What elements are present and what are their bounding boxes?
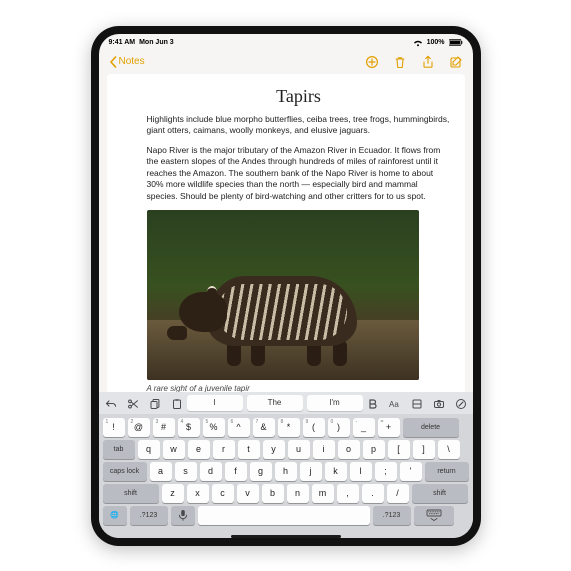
key-n[interactable]: n	[287, 484, 309, 503]
suggestion-bar: I The I'm Aa	[99, 392, 473, 414]
key-shift[interactable]: shift	[103, 484, 159, 503]
key-;[interactable]: ;	[375, 462, 397, 481]
key-/[interactable]: /	[387, 484, 409, 503]
key-([interactable]: (9	[303, 418, 325, 437]
key-)[interactable]: )0	[328, 418, 350, 437]
note-paragraph-1: Highlights include blue morpho butterfli…	[147, 114, 451, 137]
key-y[interactable]: y	[263, 440, 285, 459]
scissors-icon[interactable]	[127, 397, 139, 409]
trash-icon[interactable]	[393, 55, 407, 69]
key-caps lock[interactable]: caps lock	[103, 462, 147, 481]
key-h[interactable]: h	[275, 462, 297, 481]
key-'[interactable]: '	[400, 462, 422, 481]
key-+[interactable]: +=	[378, 418, 400, 437]
back-button[interactable]: Notes	[109, 56, 145, 68]
key-🌐[interactable]: 🌐	[103, 506, 127, 525]
suggestion-1[interactable]: I	[187, 395, 243, 411]
key-q[interactable]: q	[138, 440, 160, 459]
key-u[interactable]: u	[288, 440, 310, 459]
compose-icon[interactable]	[449, 55, 463, 69]
back-label: Notes	[119, 56, 145, 67]
key-.[interactable]: .	[362, 484, 384, 503]
key-m[interactable]: m	[312, 484, 334, 503]
scan-icon[interactable]	[411, 397, 423, 409]
wifi-icon	[413, 39, 423, 47]
camera-icon[interactable]	[433, 397, 445, 409]
key-b[interactable]: b	[262, 484, 284, 503]
key-#[interactable]: #3	[153, 418, 175, 437]
note-body[interactable]: Tapirs Highlights include blue morpho bu…	[107, 74, 465, 392]
key-.?123[interactable]: .?123	[373, 506, 411, 525]
key-*[interactable]: *8	[278, 418, 300, 437]
key-@[interactable]: @2	[128, 418, 150, 437]
battery-icon	[449, 39, 463, 46]
key-w[interactable]: w	[163, 440, 185, 459]
key-c[interactable]: c	[212, 484, 234, 503]
key-d[interactable]: d	[200, 462, 222, 481]
key-p[interactable]: p	[363, 440, 385, 459]
key-tab[interactable]: tab	[103, 440, 135, 459]
key-][interactable]: ]	[413, 440, 435, 459]
bold-icon[interactable]	[367, 397, 379, 409]
key-return[interactable]: return	[425, 462, 469, 481]
clipboard-icon[interactable]	[171, 397, 183, 409]
key-l[interactable]: l	[350, 462, 372, 481]
svg-text:Aa: Aa	[389, 400, 399, 409]
key-t[interactable]: t	[238, 440, 260, 459]
keyboard-area: I The I'm Aa !1@2#3$4%5^6&7*8(9)0_-+=del…	[99, 392, 473, 538]
key-_[interactable]: _-	[353, 418, 375, 437]
home-indicator[interactable]	[231, 535, 341, 538]
key-a[interactable]: a	[150, 462, 172, 481]
key-space[interactable]	[198, 506, 370, 525]
ipad-device-frame: 9:41 AM Mon Jun 3 100% Notes	[91, 26, 481, 546]
mic-icon[interactable]	[171, 506, 195, 525]
key-j[interactable]: j	[300, 462, 322, 481]
hide-keyboard-icon[interactable]	[414, 506, 454, 525]
note-image[interactable]	[147, 210, 419, 380]
battery-percent: 100%	[427, 39, 445, 46]
share-icon[interactable]	[421, 55, 435, 69]
status-date: Mon Jun 3	[139, 39, 174, 46]
keyboard[interactable]: !1@2#3$4%5^6&7*8(9)0_-+=delete tabqwerty…	[99, 414, 473, 534]
suggestion-3[interactable]: I'm	[307, 395, 363, 411]
key-x[interactable]: x	[187, 484, 209, 503]
key-^[interactable]: ^6	[228, 418, 250, 437]
screen: 9:41 AM Mon Jun 3 100% Notes	[99, 34, 473, 538]
key-[[interactable]: [	[388, 440, 410, 459]
key-f[interactable]: f	[225, 462, 247, 481]
suggestion-2[interactable]: The	[247, 395, 303, 411]
key-![interactable]: !1	[103, 418, 125, 437]
key-i[interactable]: i	[313, 440, 335, 459]
key-k[interactable]: k	[325, 462, 347, 481]
key-e[interactable]: e	[188, 440, 210, 459]
chevron-left-icon	[109, 56, 117, 68]
key-.?123[interactable]: .?123	[130, 506, 168, 525]
key-&[interactable]: &7	[253, 418, 275, 437]
key-z[interactable]: z	[162, 484, 184, 503]
note-paragraph-2: Napo River is the major tributary of the…	[147, 145, 451, 202]
undo-icon[interactable]	[105, 397, 117, 409]
key-r[interactable]: r	[213, 440, 235, 459]
key-shift[interactable]: shift	[412, 484, 468, 503]
key-s[interactable]: s	[175, 462, 197, 481]
markup-icon[interactable]	[455, 397, 467, 409]
key-%[interactable]: %5	[203, 418, 225, 437]
status-time: 9:41 AM	[109, 39, 136, 46]
key-$[interactable]: $4	[178, 418, 200, 437]
text-format-icon[interactable]: Aa	[389, 397, 401, 409]
key-g[interactable]: g	[250, 462, 272, 481]
note-title: Tapirs	[147, 84, 451, 108]
key-delete[interactable]: delete	[403, 418, 459, 437]
nav-bar: Notes	[99, 50, 473, 74]
key-v[interactable]: v	[237, 484, 259, 503]
status-bar: 9:41 AM Mon Jun 3 100%	[99, 34, 473, 50]
key-,[interactable]: ,	[337, 484, 359, 503]
key-o[interactable]: o	[338, 440, 360, 459]
image-caption: A rare sight of a juvenile tapir	[147, 384, 451, 391]
attach-icon[interactable]	[365, 55, 379, 69]
key-\[interactable]: \	[438, 440, 460, 459]
copy-icon[interactable]	[149, 397, 161, 409]
